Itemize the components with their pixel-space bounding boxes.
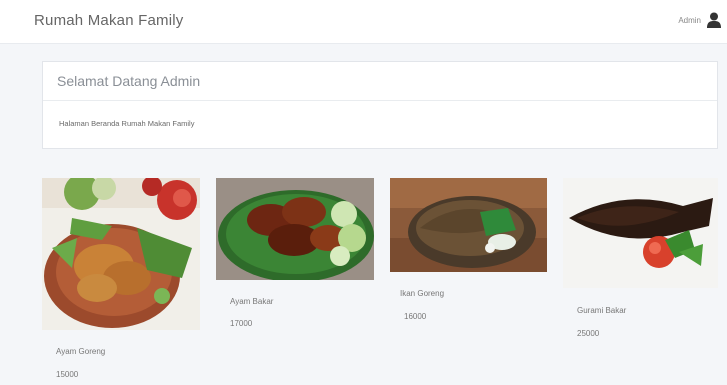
fried-fish-photo (390, 178, 547, 272)
user-name[interactable]: Admin (678, 16, 701, 25)
menu-item-price: 17000 (230, 319, 253, 328)
fried-chicken-photo (42, 178, 200, 330)
menu-item-name: Ikan Goreng (400, 289, 445, 298)
menu-item-name: Gurami Bakar (577, 306, 627, 315)
menu-item-price: 25000 (577, 329, 600, 338)
user-icon[interactable] (707, 12, 721, 28)
menu-item-name: Ayam Goreng (56, 347, 106, 356)
top-navbar: Rumah Makan Family Admin (0, 0, 727, 44)
welcome-title: Selamat Datang Admin (57, 73, 201, 89)
user-menu[interactable]: Admin (678, 12, 721, 28)
menu-item-price: 15000 (56, 370, 79, 379)
card-divider (43, 100, 717, 101)
menu-item-price: 16000 (404, 312, 427, 321)
grilled-chicken-photo (216, 178, 374, 280)
app-brand[interactable]: Rumah Makan Family (34, 12, 183, 29)
welcome-card: Selamat Datang Admin Halaman Beranda Rum… (42, 61, 718, 149)
welcome-text: Halaman Beranda Rumah Makan Family (59, 119, 195, 128)
menu-item-name: Ayam Bakar (230, 297, 274, 306)
grilled-gourami-photo (563, 178, 718, 288)
